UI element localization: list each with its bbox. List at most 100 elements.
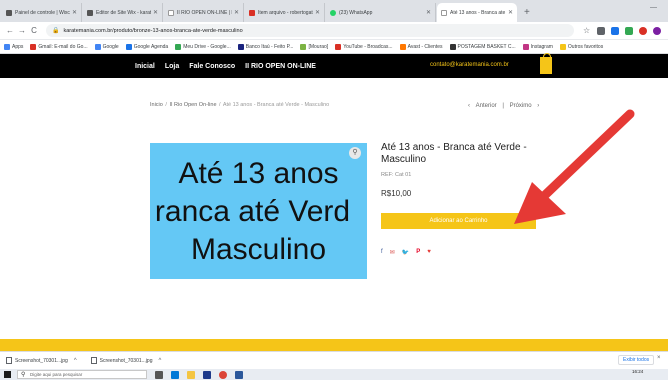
bookmark-item[interactable]: Apps [4,43,23,50]
nav-link-fale-conosco[interactable]: Fale Conosco [189,63,235,70]
email-icon[interactable]: ✉ [390,249,395,256]
bookmark-item[interactable]: Instagram [522,43,553,50]
browser-tab[interactable]: Item arquivo - robertogate ✕ [245,3,325,22]
shopping-bag-icon[interactable] [540,53,552,74]
close-icon[interactable]: ✕ [508,9,513,16]
bookmark-favicon-icon [4,43,10,50]
close-icon[interactable]: ✕ [426,9,431,16]
bookmark-item[interactable]: YouTube - Broadcas... [335,43,393,50]
show-all-downloads-button[interactable]: Exibir todos [618,355,655,365]
bookmark-item[interactable]: [Mourao] [300,43,329,50]
close-icon[interactable]: ✕ [315,9,320,16]
pinterest-icon[interactable]: P [416,249,420,256]
previous-link[interactable]: Anterior [476,103,497,109]
breadcrumb-category[interactable]: II Rio Open On-line [169,102,216,108]
site-menu: Inicial Loja Fale Conosco II RIO OPEN ON… [135,54,326,78]
extension-icon[interactable] [639,26,647,35]
tab-label: II RIO OPEN ON-LINE | Karat [177,9,232,16]
close-icon[interactable]: ✕ [72,9,77,16]
chevron-left-icon[interactable]: ‹ [468,103,470,109]
share-icons: f ✉ 🐦 P ♥ [381,249,438,256]
bookmark-favicon-icon [449,43,456,50]
contact-email-link[interactable]: contato@karatemania.com.br [430,62,509,68]
facebook-icon[interactable]: f [381,249,383,256]
task-view-icon[interactable] [155,370,163,379]
bookmark-item[interactable]: Avast - Clientes [399,43,443,50]
folder-icon[interactable] [187,370,195,379]
chrome-icon[interactable] [219,370,227,379]
close-icon[interactable]: ✕ [234,9,239,16]
bookmark-favicon-icon [559,43,566,50]
bookmark-favicon-icon [237,43,244,50]
nav-link-inicial[interactable]: Inicial [135,63,155,70]
minimize-window-button[interactable]: — [650,4,657,11]
file-icon [90,357,97,364]
product-price: R$10,00 [381,189,412,198]
bookmark-item[interactable]: Google [94,43,119,50]
tab-favicon-icon [168,9,174,16]
bookmark-item[interactable]: Google Agenda [125,43,168,50]
forward-button[interactable]: → [16,26,28,35]
twitter-icon[interactable]: 🐦 [402,249,409,256]
bookmark-label: [Mourao] [308,43,329,50]
browser-tab[interactable]: II RIO OPEN ON-LINE | Karat✕ [164,3,244,22]
tab-label: Painel de controle | Wixcom [15,9,70,16]
chevron-up-icon[interactable]: ^ [158,358,161,364]
bookmark-favicon-icon [30,43,37,50]
site-footer-band [0,339,668,351]
download-item[interactable]: Screenshot_70301...jpg ^ [6,357,77,364]
windows-start-icon[interactable] [4,371,11,378]
extension-icon[interactable] [625,26,633,35]
bookmark-item[interactable]: Outros favoritos [559,43,603,50]
product-ref: REF: Cat 01 [381,172,412,178]
edge-icon[interactable] [171,370,179,379]
lock-icon: 🔒 [52,28,60,34]
extension-icon[interactable] [597,26,605,35]
bookmark-favicon-icon [175,43,182,50]
nav-link-rio-open[interactable]: II RIO OPEN ON-LINE [245,63,316,70]
new-tab-button[interactable]: + [518,3,536,22]
heart-icon[interactable]: ♥ [427,249,431,256]
bookmark-item[interactable]: Gmail: E-mail do Go... [30,43,88,50]
breadcrumb-separator: / [219,102,221,108]
breadcrumb-current: Até 13 anos - Branca até Verde - Masculi… [222,102,330,108]
browser-tab-active[interactable]: Até 13 anos - Branca ate Ver✕ [437,3,517,22]
bookmark-favicon-icon [399,43,406,50]
close-icon[interactable]: × [657,355,661,361]
bookmark-label: Avast - Clientes [407,43,443,50]
nav-link-loja[interactable]: Loja [165,63,179,70]
reload-button[interactable]: C [28,26,40,35]
address-bar[interactable]: 🔒 karatemania.com.br/produto/bronze-13-a… [46,24,574,37]
extension-icon[interactable] [611,26,619,35]
back-button[interactable]: ← [4,26,16,35]
zoom-icon[interactable]: ⚲ [349,147,361,159]
browser-tab-strip: Painel de controle | Wixcom✕ Editor de S… [0,0,668,22]
taskbar-clock: 16:24 [632,369,644,374]
bookmark-favicon-icon [522,43,529,50]
breadcrumb-home[interactable]: Inicio [150,102,163,108]
bookmark-label: YouTube - Broadcas... [343,43,393,50]
product-image-text: ranca até Verd [154,195,351,228]
chevron-up-icon[interactable]: ^ [74,358,77,364]
tab-favicon-icon [441,9,447,16]
browser-tab[interactable]: (23) WhatsApp ✕ [326,3,436,22]
product-image[interactable]: Até 13 anos ranca até Verd Masculino ⚲ [150,143,367,279]
star-icon[interactable]: ☆ [583,26,591,35]
bookmark-item[interactable]: Meu Drive - Google... [175,43,231,50]
store-icon[interactable] [203,370,211,379]
url-text: karatemania.com.br/produto/bronze-13-ano… [63,27,243,34]
bookmark-favicon-icon [300,43,307,50]
tab-favicon-icon [87,9,93,16]
bookmark-favicon-icon [335,43,342,50]
download-filename: Screenshot_70301...jpg [15,357,68,364]
download-item[interactable]: Screenshot_70301...jpg ^ [90,357,161,364]
taskbar-search-input[interactable]: Digite aqui para pesquisar [17,370,147,379]
close-icon[interactable]: ✕ [153,9,158,16]
browser-tab[interactable]: Editor de Site Wix - karatem✕ [83,3,163,22]
bookmark-item[interactable]: POSTAGEM BASKET C... [449,43,516,50]
bookmark-item[interactable]: Banco Itaú - Feito P... [237,43,293,50]
word-icon[interactable] [235,370,243,379]
browser-tab[interactable]: Painel de controle | Wixcom✕ [2,3,82,22]
tab-label: Até 13 anos - Branca ate Ver [450,9,506,16]
profile-avatar[interactable] [653,26,661,35]
